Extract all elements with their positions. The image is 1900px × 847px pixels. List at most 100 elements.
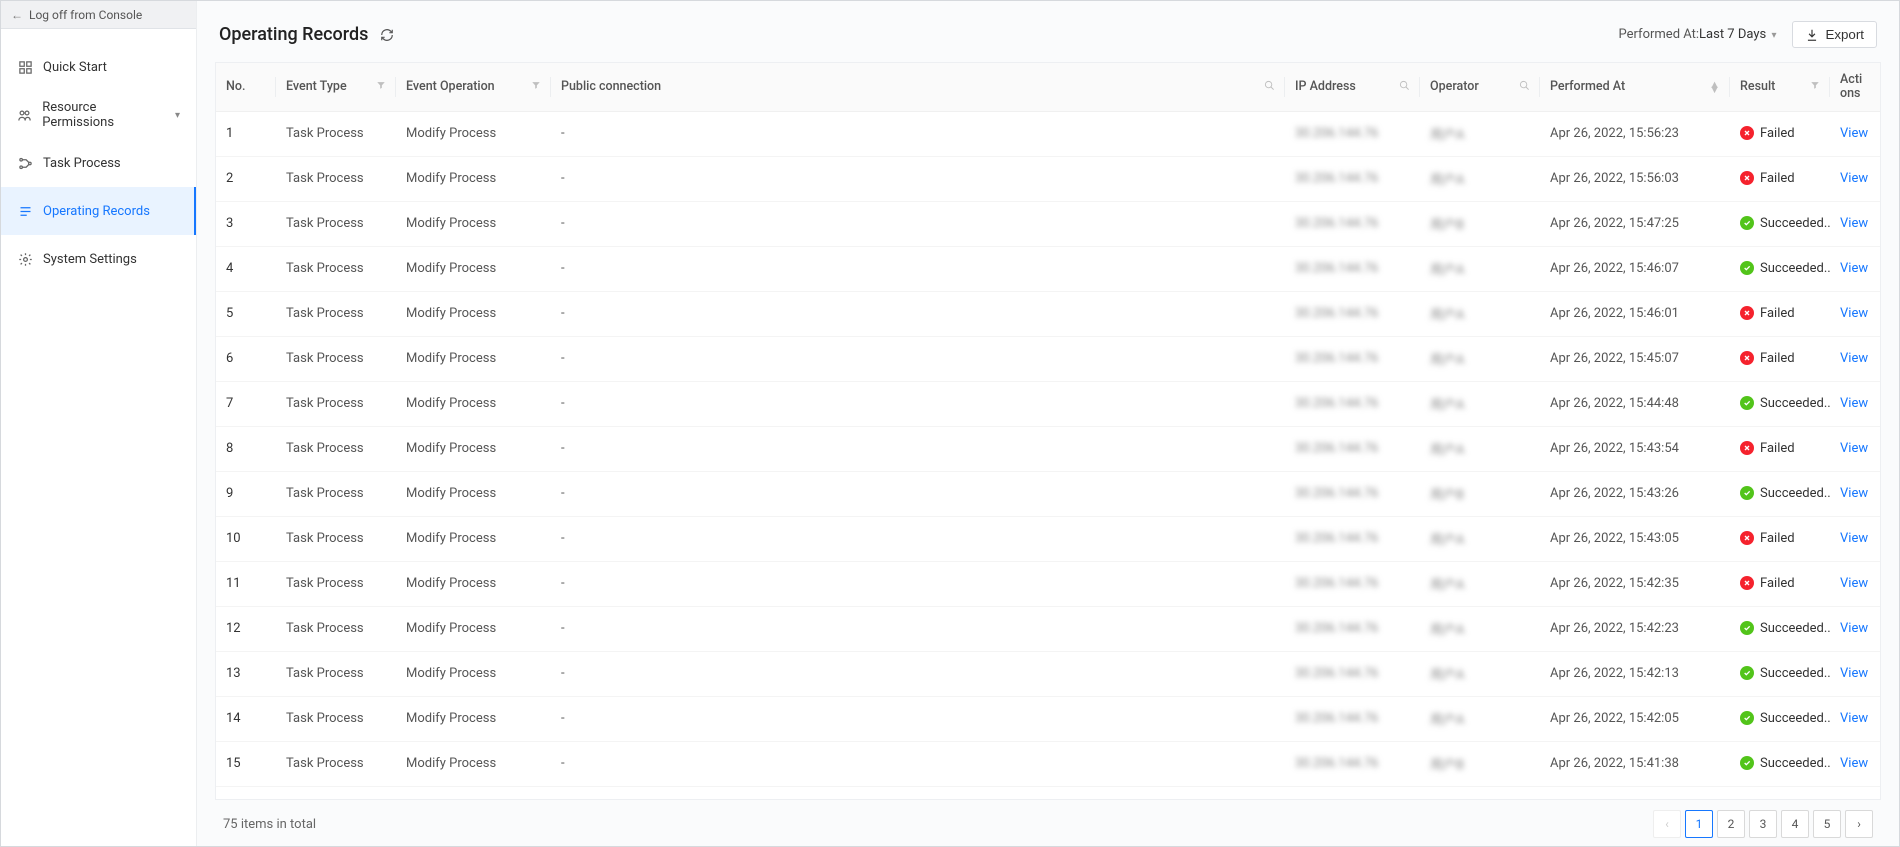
pager-page-1[interactable]: 1 [1685, 810, 1713, 838]
col-result[interactable]: Result [1730, 63, 1830, 111]
cell-no: 11 [216, 561, 276, 606]
view-link[interactable]: View [1840, 576, 1868, 591]
col-operator[interactable]: Operator [1420, 63, 1540, 111]
cell-no: 13 [216, 651, 276, 696]
pager-page-4[interactable]: 4 [1781, 810, 1809, 838]
cell-operator: 用户A [1420, 381, 1540, 426]
cell-public-connection: - [551, 336, 1285, 381]
cell-performed-at: Apr 26, 2022, 15:46:07 [1540, 246, 1730, 291]
search-icon[interactable] [1399, 80, 1410, 94]
col-event-type[interactable]: Event Type [276, 63, 396, 111]
page-header: Operating Records Performed At:Last 7 Da… [215, 13, 1881, 62]
pager-prev[interactable]: ‹ [1653, 810, 1681, 838]
table-row: 3Task ProcessModify Process-30.206.144.7… [216, 201, 1880, 246]
sidebar-item-resource-permissions[interactable]: Resource Permissions▾ [1, 91, 196, 139]
cell-no: 5 [216, 291, 276, 336]
sidebar-item-operating-records[interactable]: Operating Records [1, 187, 196, 235]
sidebar-item-system-settings[interactable]: System Settings [1, 235, 196, 283]
date-range-selector[interactable]: Performed At:Last 7 Days ▾ [1619, 27, 1777, 42]
table-row: 2Task ProcessModify Process-30.206.144.7… [216, 156, 1880, 201]
pagination: ‹12345› [1653, 810, 1873, 838]
search-icon[interactable] [1519, 80, 1530, 94]
cell-event-operation: Modify Process [396, 696, 551, 741]
view-link[interactable]: View [1840, 666, 1868, 681]
cell-ip-address: 30.206.144.76 [1285, 741, 1420, 786]
cell-event-type: Task Process [276, 741, 396, 786]
view-link[interactable]: View [1840, 711, 1868, 726]
export-button[interactable]: Export [1792, 21, 1877, 48]
pager-page-2[interactable]: 2 [1717, 810, 1745, 838]
cell-event-type: Task Process [276, 291, 396, 336]
error-icon [1740, 171, 1754, 185]
cell-performed-at: Apr 26, 2022, 15:56:23 [1540, 111, 1730, 156]
col-event-operation[interactable]: Event Operation [396, 63, 551, 111]
view-link[interactable]: View [1840, 126, 1868, 141]
cell-no: 14 [216, 696, 276, 741]
success-icon [1740, 216, 1754, 230]
table-row: 4Task ProcessModify Process-30.206.144.7… [216, 246, 1880, 291]
view-link[interactable]: View [1840, 621, 1868, 636]
cell-ip-address: 30.206.144.76 [1285, 246, 1420, 291]
pager-page-3[interactable]: 3 [1749, 810, 1777, 838]
search-icon[interactable] [1264, 80, 1275, 94]
cell-ip-address: 30.206.144.76 [1285, 426, 1420, 471]
col-public-connection[interactable]: Public connection [551, 63, 1285, 111]
success-icon [1740, 486, 1754, 500]
cell-operator: 用户B [1420, 741, 1540, 786]
table-row: 6Task ProcessModify Process-30.206.144.7… [216, 336, 1880, 381]
cell-event-operation: Modify Process [396, 516, 551, 561]
filter-icon[interactable] [531, 80, 541, 93]
cell-no: 3 [216, 201, 276, 246]
total-count-label: 75 items in total [223, 817, 316, 832]
refresh-button[interactable] [378, 26, 396, 44]
cell-operator: 用户A [1420, 156, 1540, 201]
col-performed-at[interactable]: Performed At▲▼ [1540, 63, 1730, 111]
cell-public-connection: - [551, 246, 1285, 291]
cell-actions: View [1830, 606, 1880, 651]
col-ip-address[interactable]: IP Address [1285, 63, 1420, 111]
cell-operator: 用户A [1420, 561, 1540, 606]
cell-event-operation: Modify Process [396, 246, 551, 291]
view-link[interactable]: View [1840, 216, 1868, 231]
filter-icon[interactable] [1810, 80, 1820, 93]
records-table: No. Event Type Event Operation Public co… [216, 63, 1880, 787]
view-link[interactable]: View [1840, 171, 1868, 186]
view-link[interactable]: View [1840, 396, 1868, 411]
view-link[interactable]: View [1840, 486, 1868, 501]
view-link[interactable]: View [1840, 531, 1868, 546]
cell-event-type: Task Process [276, 156, 396, 201]
cell-event-operation: Modify Process [396, 381, 551, 426]
page-title-wrap: Operating Records [219, 24, 396, 45]
header-controls: Performed At:Last 7 Days ▾ Export [1619, 21, 1877, 48]
cell-result: Succeeded... [1730, 651, 1830, 696]
view-link[interactable]: View [1840, 441, 1868, 456]
cell-performed-at: Apr 26, 2022, 15:43:54 [1540, 426, 1730, 471]
sort-icon[interactable]: ▲▼ [1709, 82, 1720, 92]
view-link[interactable]: View [1840, 756, 1868, 771]
cell-actions: View [1830, 516, 1880, 561]
cell-result: Failed [1730, 561, 1830, 606]
cell-public-connection: - [551, 426, 1285, 471]
logoff-button[interactable]: ← Log off from Console [1, 1, 196, 29]
sidebar-item-task-process[interactable]: Task Process [1, 139, 196, 187]
cell-performed-at: Apr 26, 2022, 15:56:03 [1540, 156, 1730, 201]
view-link[interactable]: View [1840, 261, 1868, 276]
cell-no: 6 [216, 336, 276, 381]
cell-no: 15 [216, 741, 276, 786]
view-link[interactable]: View [1840, 351, 1868, 366]
pager-page-5[interactable]: 5 [1813, 810, 1841, 838]
cell-event-operation: Modify Process [396, 561, 551, 606]
cell-result: Succeeded... [1730, 606, 1830, 651]
table-row: 10Task ProcessModify Process-30.206.144.… [216, 516, 1880, 561]
cell-public-connection: - [551, 291, 1285, 336]
cell-result: Succeeded... [1730, 246, 1830, 291]
cell-ip-address: 30.206.144.76 [1285, 111, 1420, 156]
view-link[interactable]: View [1840, 306, 1868, 321]
sidebar-item-quick-start[interactable]: Quick Start [1, 43, 196, 91]
success-icon [1740, 756, 1754, 770]
filter-icon[interactable] [376, 80, 386, 93]
pager-next[interactable]: › [1845, 810, 1873, 838]
cell-event-operation: Modify Process [396, 606, 551, 651]
cell-operator: 用户B [1420, 201, 1540, 246]
chevron-down-icon: ▾ [1771, 30, 1776, 41]
